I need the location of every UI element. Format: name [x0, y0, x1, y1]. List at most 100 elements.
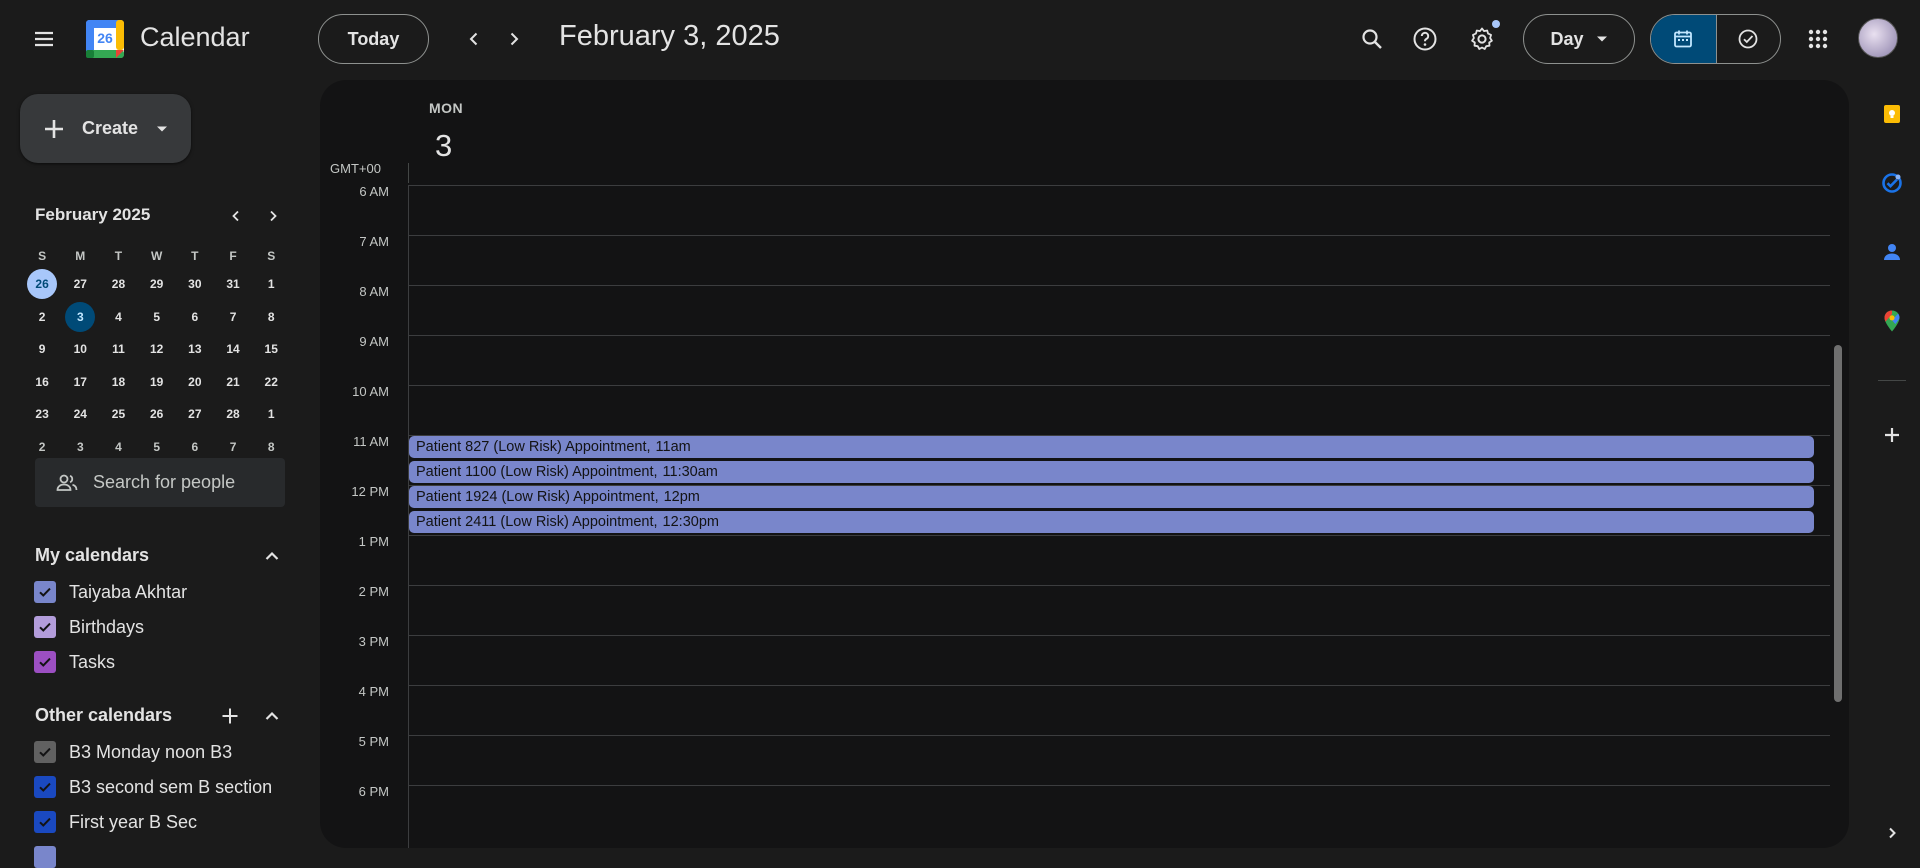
hour-gridline [408, 785, 1830, 786]
mini-calendar-day[interactable]: 6 [176, 301, 214, 334]
mini-calendar-day[interactable]: 1 [252, 268, 290, 301]
search-icon[interactable] [1352, 19, 1392, 59]
mini-calendar-day-selected[interactable]: 3 [61, 301, 99, 334]
calendar-item-b3-monday-noon[interactable]: B3 Monday noon B3 [34, 741, 232, 763]
mini-calendar-day[interactable]: 22 [252, 366, 290, 399]
mini-calendar-day[interactable]: 14 [214, 333, 252, 366]
mini-calendar-day-label: 21 [226, 374, 240, 389]
main-menu-icon[interactable] [20, 19, 68, 59]
calendar-item-taiyaba-akhtar[interactable]: Taiyaba Akhtar [34, 581, 187, 603]
get-addons-plus-icon[interactable] [1872, 415, 1912, 455]
next-day-chevron-right-icon[interactable] [496, 19, 532, 59]
mini-calendar-day[interactable]: 19 [138, 366, 176, 399]
mini-calendar-day[interactable]: 16 [23, 366, 61, 399]
contacts-icon[interactable] [1872, 232, 1912, 272]
header-divider [408, 163, 409, 183]
checkbox-checked-icon[interactable] [34, 616, 56, 638]
mini-calendar-day[interactable]: 11 [99, 333, 137, 366]
time-grid[interactable]: 6 AM 7 AM 8 AM 9 AM 10 AM 11 AM 12 PM 1 … [320, 184, 1849, 848]
mini-calendar-day[interactable]: 21 [214, 366, 252, 399]
create-dropdown-caret-icon [157, 126, 168, 131]
mini-calendar-day[interactable]: 8 [252, 301, 290, 334]
mini-calendar-day[interactable]: 9 [23, 333, 61, 366]
mini-calendar-day[interactable]: 12 [138, 333, 176, 366]
tasks-view-check-icon[interactable] [1715, 15, 1781, 63]
other-calendars-title[interactable]: Other calendars [35, 705, 172, 726]
hour-label: 12 PM [351, 484, 389, 499]
mini-calendar-day-label: 13 [188, 342, 202, 357]
mini-calendar-day[interactable]: 26 [23, 268, 61, 301]
create-button[interactable]: Create [20, 94, 191, 163]
add-other-calendar-plus-icon[interactable] [215, 701, 245, 731]
event-chip[interactable]: Patient 827 (Low Risk) Appointment, 11am [409, 436, 1814, 458]
mini-calendar-dow: T [114, 249, 123, 263]
mini-calendar-prev-chevron-icon[interactable] [222, 202, 250, 230]
mini-calendar-day[interactable]: 27 [61, 268, 99, 301]
my-calendars-collapse-chevron-up-icon[interactable] [257, 541, 287, 571]
google-apps-grid-icon[interactable] [1798, 19, 1838, 59]
mini-calendar-day[interactable]: 4 [99, 301, 137, 334]
mini-calendar-next-chevron-icon[interactable] [259, 202, 287, 230]
calendar-item-b3-second-sem[interactable]: B3 second sem B section [34, 776, 272, 798]
mini-calendar-day[interactable]: 29 [138, 268, 176, 301]
mini-calendar-day[interactable]: 31 [214, 268, 252, 301]
checkbox-checked-icon[interactable] [34, 811, 56, 833]
calendar-item-partial[interactable] [34, 846, 56, 868]
calendar-view-icon[interactable] [1651, 15, 1716, 63]
my-calendars-title[interactable]: My calendars [35, 545, 149, 566]
previous-day-chevron-left-icon[interactable] [456, 19, 492, 59]
calendar-item-label: B3 Monday noon B3 [69, 741, 233, 762]
calendar-item-label: B3 second sem B section [69, 776, 273, 797]
checkbox-checked-icon[interactable] [34, 776, 56, 798]
tasks-icon[interactable] [1872, 163, 1912, 203]
expand-side-panel-chevron-right-icon[interactable] [1872, 813, 1912, 853]
mini-calendar-day[interactable]: 10 [61, 333, 99, 366]
event-chip[interactable]: Patient 1924 (Low Risk) Appointment, 12p… [409, 486, 1814, 508]
left-sidebar: Create February 2025 S M T W T F S 26 27… [0, 78, 310, 868]
mini-calendar-day[interactable]: 28 [214, 398, 252, 431]
event-title: Patient 2411 (Low Risk) Appointment, [416, 514, 658, 530]
help-icon[interactable] [1405, 19, 1445, 59]
mini-calendar-day[interactable]: 18 [99, 366, 137, 399]
mini-calendar-day[interactable]: 25 [99, 398, 137, 431]
mini-calendar-day[interactable]: 24 [61, 398, 99, 431]
maps-icon[interactable] [1872, 301, 1912, 341]
mini-calendar-day[interactable]: 17 [61, 366, 99, 399]
mini-calendar-day[interactable]: 2 [23, 301, 61, 334]
calendar-logo-icon[interactable]: 26 [84, 18, 126, 60]
mini-calendar-day[interactable]: 15 [252, 333, 290, 366]
checkbox-checked-icon[interactable] [34, 846, 56, 868]
mini-calendar-day[interactable]: 28 [99, 268, 137, 301]
mini-calendar-day[interactable]: 1 [252, 398, 290, 431]
mini-calendar-day-label: 14 [226, 342, 240, 357]
checkbox-checked-icon[interactable] [34, 651, 56, 673]
mini-calendar-day[interactable]: 27 [176, 398, 214, 431]
mini-calendar-day[interactable]: 26 [138, 398, 176, 431]
event-chip[interactable]: Patient 2411 (Low Risk) Appointment, 12:… [409, 511, 1814, 533]
time-grid-scrollbar[interactable] [1834, 345, 1842, 702]
calendar-item-birthdays[interactable]: Birthdays [34, 616, 144, 638]
mini-calendar-day[interactable]: 7 [214, 301, 252, 334]
hour-label: 9 AM [359, 334, 389, 349]
mini-calendar-day[interactable]: 30 [176, 268, 214, 301]
mini-calendar-day[interactable]: 5 [138, 301, 176, 334]
calendar-item-first-year-b-sec[interactable]: First year B Sec [34, 811, 197, 833]
mini-calendar-day-label: 23 [35, 407, 49, 422]
calendar-item-tasks[interactable]: Tasks [34, 651, 115, 673]
people-icon [56, 474, 78, 491]
checkbox-checked-icon[interactable] [34, 741, 56, 763]
checkbox-checked-icon[interactable] [34, 581, 56, 603]
mini-calendar-day[interactable]: 13 [176, 333, 214, 366]
account-avatar[interactable] [1858, 18, 1898, 58]
hour-gridline [408, 235, 1830, 236]
mini-calendar-day[interactable]: 20 [176, 366, 214, 399]
mini-calendar-day[interactable]: 23 [23, 398, 61, 431]
other-calendars-collapse-chevron-up-icon[interactable] [257, 701, 287, 731]
keep-icon[interactable] [1872, 94, 1912, 134]
day-number[interactable]: 3 [435, 128, 452, 164]
event-chip[interactable]: Patient 1100 (Low Risk) Appointment, 11:… [409, 461, 1814, 483]
today-button[interactable]: Today [318, 14, 429, 64]
view-selector-dropdown[interactable]: Day [1523, 14, 1635, 64]
mini-calendar-day-label: 16 [35, 374, 49, 389]
search-people-input[interactable]: Search for people [35, 458, 285, 507]
